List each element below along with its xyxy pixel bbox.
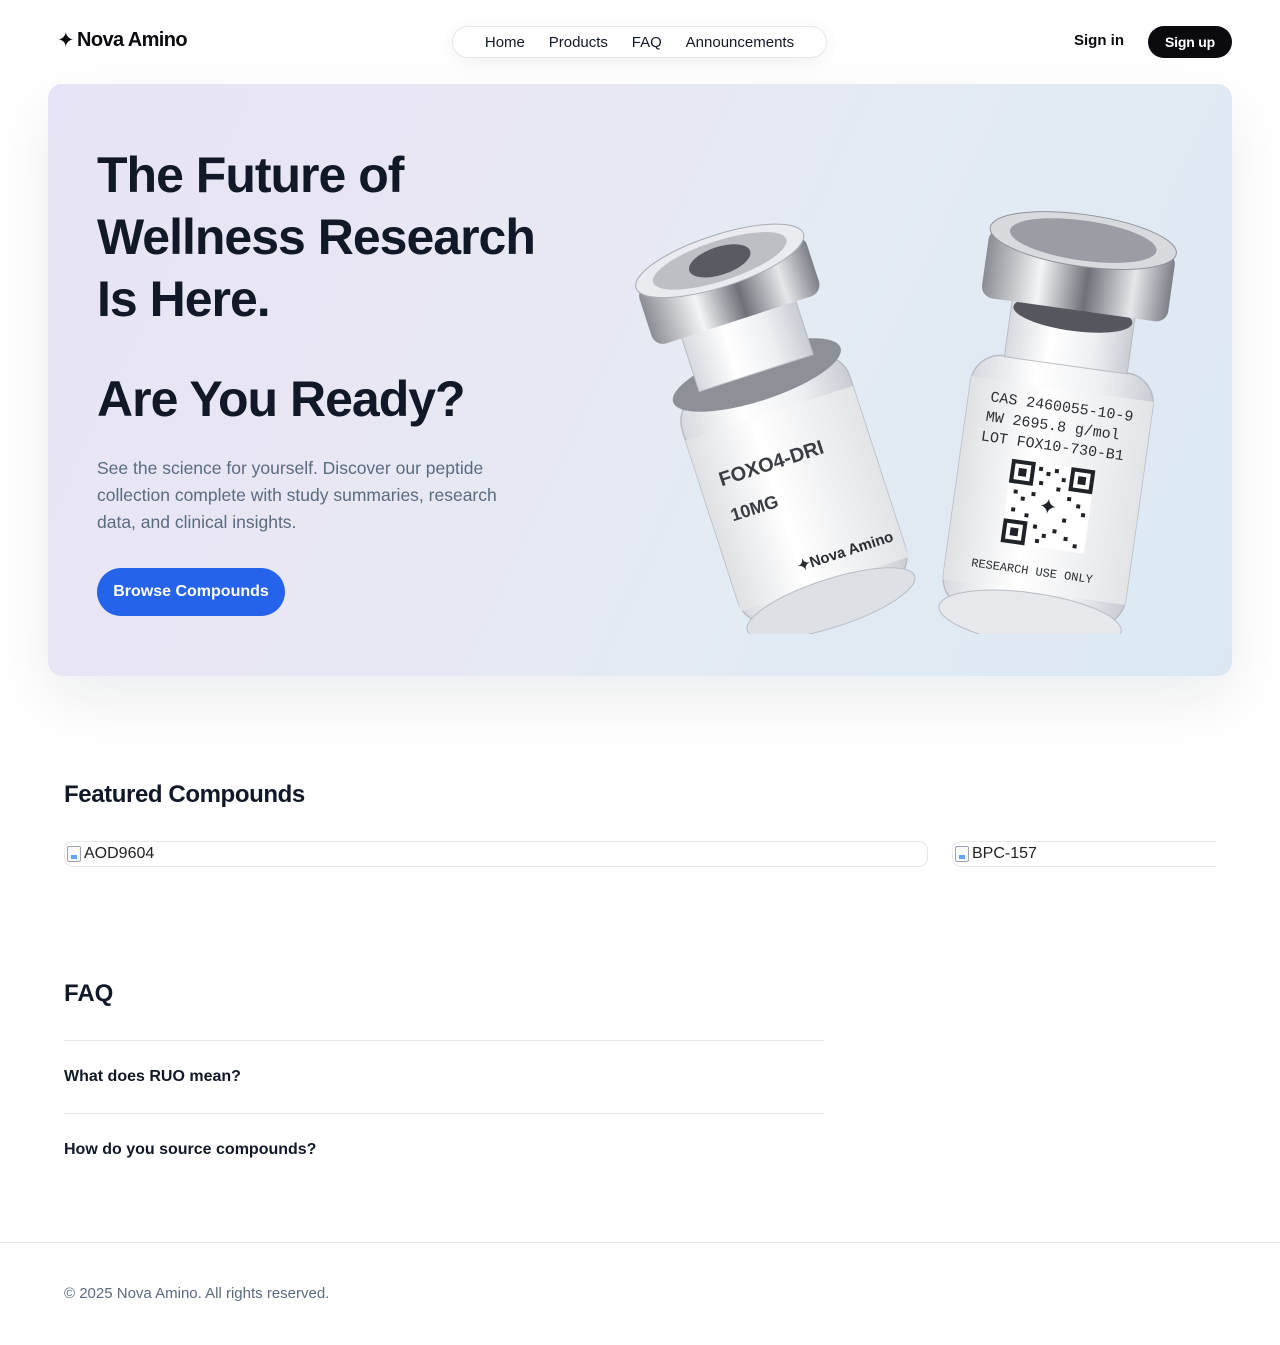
compound-image-alt: BPC-157: [972, 845, 1037, 862]
nav-announcements[interactable]: Announcements: [686, 34, 794, 51]
sign-in-link[interactable]: Sign in: [1074, 32, 1124, 49]
star-icon: ✦: [57, 29, 75, 52]
site-footer: © 2025 Nova Amino. All rights reserved.: [0, 1242, 1280, 1345]
qr-star-icon: ✦: [1037, 494, 1059, 521]
compound-card-aod9604[interactable]: AOD9604: [64, 841, 928, 867]
hero-description: See the science for yourself. Discover o…: [97, 458, 497, 532]
site-header: ✦ Nova Amino Home Products FAQ Announcem…: [0, 0, 1280, 84]
browse-compounds-button[interactable]: Browse Compounds: [97, 568, 285, 616]
main-nav: Home Products FAQ Announcements: [452, 26, 827, 58]
sign-up-button[interactable]: Sign up: [1148, 26, 1232, 58]
brand-logo[interactable]: ✦ Nova Amino: [57, 29, 188, 52]
copyright-text: © 2025 Nova Amino. All rights reserved.: [64, 1285, 330, 1302]
hero-banner: The Future of Wellness Research Is Here.…: [48, 84, 1232, 676]
qr-code-icon: ✦: [1000, 458, 1096, 554]
broken-image-icon: [955, 846, 969, 862]
nav-faq[interactable]: FAQ: [632, 34, 662, 51]
compound-card-bpc157[interactable]: BPC-157: [952, 841, 1216, 867]
broken-image-icon: [67, 846, 81, 862]
hero-title: The Future of Wellness Research Is Here.: [97, 147, 536, 327]
compound-image-alt: AOD9604: [84, 845, 155, 862]
nav-home[interactable]: Home: [485, 34, 525, 51]
vials-illustration: FOXO4-DRI 10MG ✦Nova Amino CAS 2460055-1…: [635, 211, 1177, 634]
vial-left: FOXO4-DRI 10MG ✦Nova Amino: [635, 223, 916, 634]
nav-products[interactable]: Products: [549, 34, 608, 51]
hero-subtitle: Are You Ready?: [97, 371, 466, 427]
faq-question-sourcing[interactable]: How do you source compounds?: [64, 1113, 824, 1186]
featured-compounds-title: Featured Compounds: [64, 781, 305, 808]
brand-name: Nova Amino: [77, 29, 188, 51]
faq-title: FAQ: [64, 980, 114, 1007]
faq-question-ruo[interactable]: What does RUO mean?: [64, 1040, 824, 1113]
vial-right: CAS 2460055-10-9 MW 2695.8 g/mol LOT FOX…: [938, 211, 1177, 634]
